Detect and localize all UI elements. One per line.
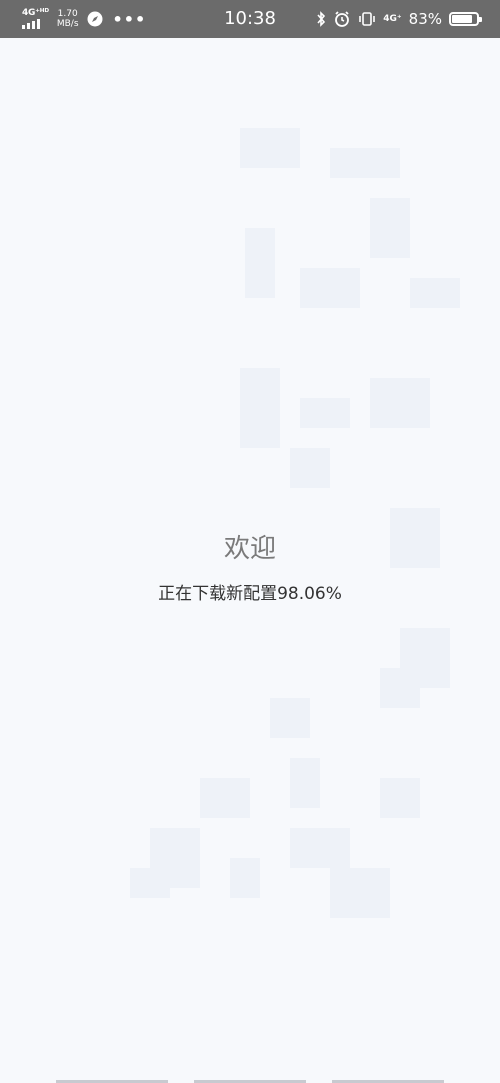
status-bar: 4G⁺ᴴᴰ 1.70 MB/s ••• 10:38 4G⁺ 83%: [0, 0, 500, 38]
download-progress-text: 正在下载新配置98.06%: [158, 584, 342, 604]
network-type-label-right: 4G⁺: [383, 13, 402, 24]
battery-icon: [449, 12, 482, 26]
alarm-icon: [335, 11, 350, 27]
battery-percent: 83%: [408, 10, 442, 28]
battery-tip: [479, 17, 482, 22]
status-bar-right: 4G⁺ 83%: [316, 0, 482, 38]
welcome-heading: 欢迎: [223, 534, 276, 564]
bluetooth-icon: [317, 11, 326, 27]
vibrate-icon: [359, 12, 376, 26]
battery-fill: [452, 15, 472, 23]
